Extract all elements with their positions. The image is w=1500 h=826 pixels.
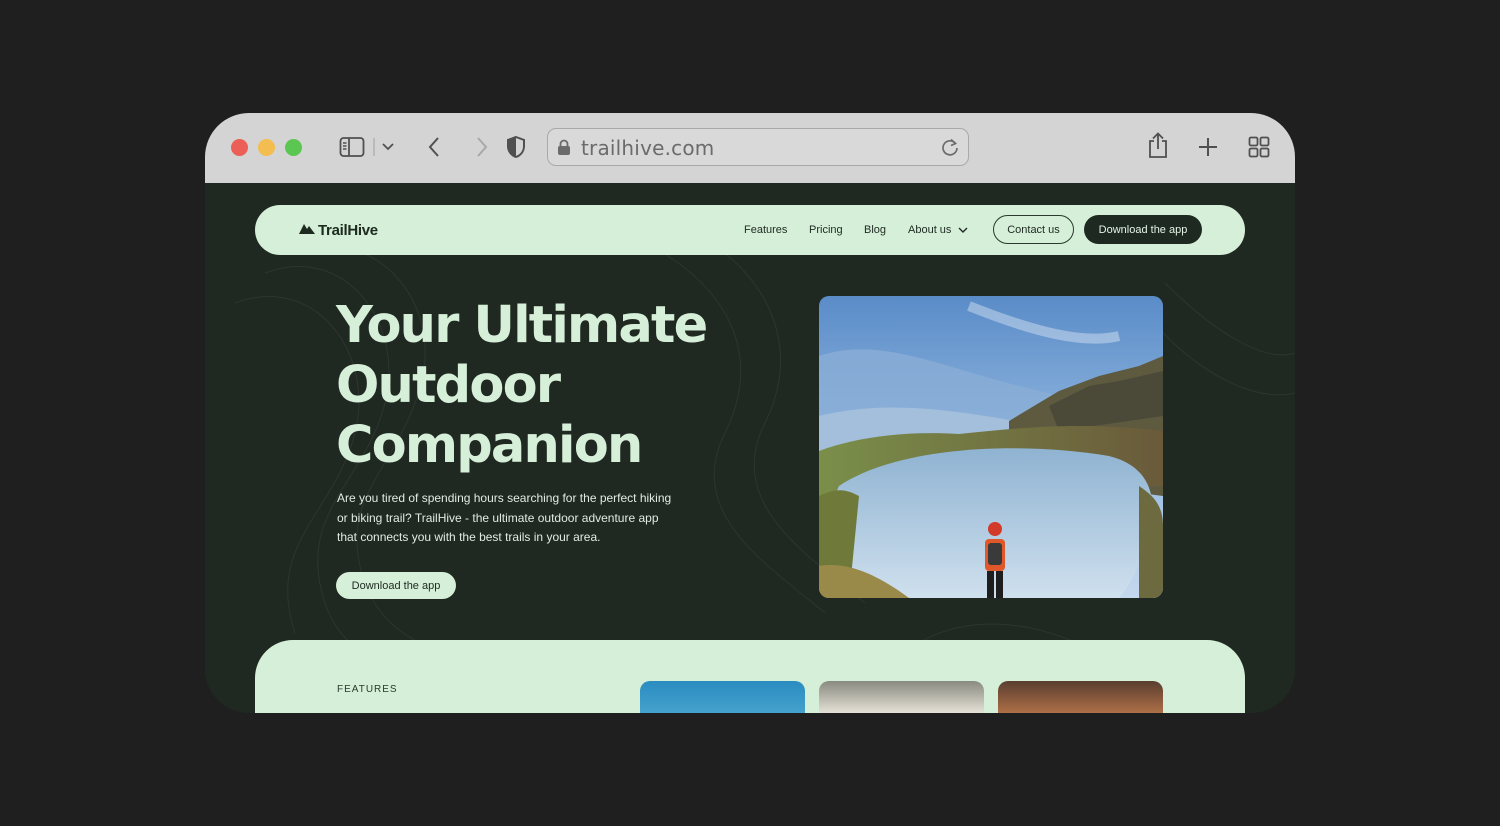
hero-description-line: or biking trail? TrailHive - the ultimat… xyxy=(337,510,659,525)
features-heading-partial xyxy=(337,706,477,713)
forward-arrow-icon[interactable] xyxy=(475,133,489,161)
contact-us-button[interactable]: Contact us xyxy=(993,215,1074,244)
chevron-down-icon[interactable] xyxy=(381,133,395,161)
hero-title-line: Companion xyxy=(336,416,643,475)
hero-title-line: Your Ultimate xyxy=(336,296,708,355)
web-page: TrailHive Features Pricing Blog About us… xyxy=(205,183,1295,713)
close-window-button[interactable] xyxy=(231,139,248,156)
site-logo[interactable]: TrailHive xyxy=(299,221,378,239)
feature-card-image[interactable] xyxy=(998,681,1163,713)
divider xyxy=(373,133,375,161)
reload-icon[interactable] xyxy=(940,137,960,162)
hero-image xyxy=(819,296,1163,598)
download-app-hero-button[interactable]: Download the app xyxy=(336,572,456,599)
download-app-nav-button[interactable]: Download the app xyxy=(1084,215,1202,244)
feature-card-image[interactable] xyxy=(819,681,984,713)
nav-link-pricing[interactable]: Pricing xyxy=(809,224,843,236)
browser-window: trailhive.com TrailHive Features Pricing… xyxy=(205,113,1295,713)
hero-description: Are you tired of spending hours searchin… xyxy=(337,489,697,548)
sidebar-toggle-icon[interactable] xyxy=(339,133,365,161)
tab-overview-icon[interactable] xyxy=(1248,133,1270,161)
address-bar[interactable]: trailhive.com xyxy=(547,128,969,166)
lock-icon xyxy=(557,139,571,161)
url-text: trailhive.com xyxy=(581,136,715,160)
shield-icon[interactable] xyxy=(506,133,526,161)
logo-text: TrailHive xyxy=(318,221,378,239)
chevron-down-icon xyxy=(958,227,968,233)
mountain-logo-icon xyxy=(299,221,315,239)
site-navbar: TrailHive Features Pricing Blog About us… xyxy=(255,205,1245,255)
nav-link-features[interactable]: Features xyxy=(744,224,787,236)
hero-description-line: that connects you with the best trails i… xyxy=(337,530,601,544)
share-icon[interactable] xyxy=(1147,131,1169,159)
back-arrow-icon[interactable] xyxy=(427,133,441,161)
nav-link-blog[interactable]: Blog xyxy=(864,224,886,236)
nav-link-about-us[interactable]: About us xyxy=(908,224,968,236)
maximize-window-button[interactable] xyxy=(285,139,302,156)
new-tab-plus-icon[interactable] xyxy=(1198,133,1218,161)
features-section: FEATURES xyxy=(255,640,1245,713)
minimize-window-button[interactable] xyxy=(258,139,275,156)
hero-title: Your Ultimate Outdoor Companion xyxy=(336,296,756,476)
hero-description-line: Are you tired of spending hours searchin… xyxy=(337,491,672,505)
browser-toolbar: trailhive.com xyxy=(205,113,1295,183)
hero-title-line: Outdoor xyxy=(336,356,561,415)
feature-card-image[interactable] xyxy=(640,681,805,713)
features-section-label: FEATURES xyxy=(337,684,398,695)
about-us-label: About us xyxy=(908,224,952,236)
